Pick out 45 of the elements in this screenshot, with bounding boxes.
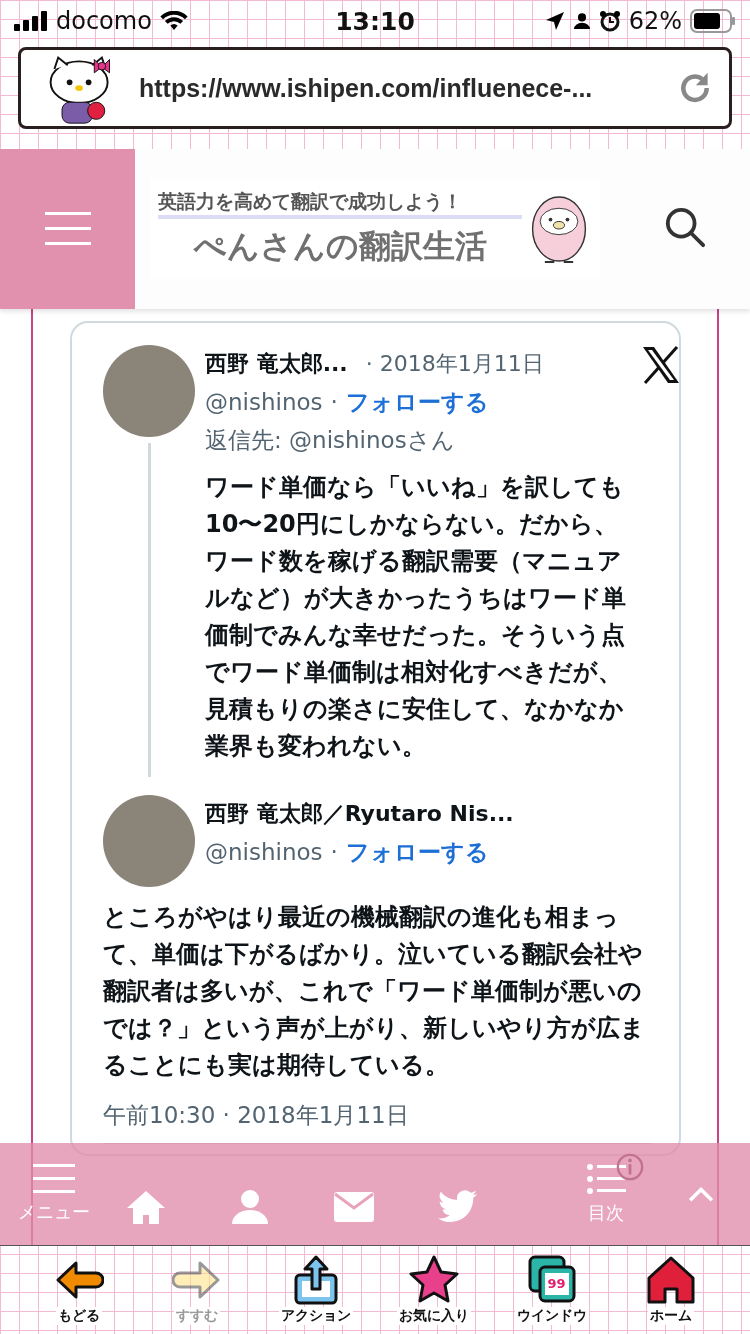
address-bar[interactable]: https://www.ishipen.com/influenece-... (18, 47, 732, 129)
user-name[interactable]: 西野 竜太郎／Ryutaro Nis... (205, 799, 514, 829)
toolbar-button[interactable]: お気に入り (379, 1255, 490, 1325)
user-name[interactable]: 西野 竜太郎... (205, 349, 348, 379)
person-icon (231, 1189, 269, 1225)
signal-icon (14, 11, 48, 31)
house-icon (645, 1255, 696, 1305)
home-icon (126, 1189, 166, 1225)
person-icon (572, 12, 591, 30)
follow-link[interactable]: フォローする (345, 386, 489, 418)
menu-icon (33, 1164, 75, 1194)
battery-icon (690, 9, 736, 33)
info-icon[interactable] (616, 1153, 644, 1181)
x-logo-icon[interactable] (641, 345, 681, 385)
user-handle[interactable]: @nishinos (205, 389, 323, 415)
separator-dot: · (330, 839, 338, 865)
user-handle[interactable]: @nishinos (205, 839, 323, 865)
location-arrow-icon (544, 11, 565, 31)
wifi-icon (159, 11, 188, 31)
caret-up-icon (687, 1185, 715, 1203)
toolbar-button[interactable]: もどる (24, 1255, 135, 1325)
toolbar-button[interactable]: アクション (260, 1255, 371, 1325)
carrier-name: docomo (56, 7, 152, 35)
site-title: ぺんさんの翻訳生活 (192, 226, 488, 267)
window-count: 99 (547, 1276, 566, 1291)
windows-icon (527, 1255, 578, 1305)
alarm-clock-icon (598, 10, 621, 32)
envelope-icon (334, 1192, 374, 1222)
search-icon (664, 206, 706, 248)
separator-dot: · (330, 389, 338, 415)
tweet-text: ワード単価なら「いいね」を訳しても10〜20円にしかならない。だから、ワード数を稼げる翻訳需要（マニュアルなど）が大きかったうちはワード単価制でみんな幸せだった。そういう点でワード単価制は相対化すべきだが、見積もりの楽さに安住して、なかなか業界も変われない。 (205, 472, 627, 762)
follow-link[interactable]: フォローする (345, 836, 489, 868)
clock-time: 13:10 (335, 6, 415, 36)
url-text: https://www.ishipen.com/influenece-... (139, 73, 594, 103)
toolbar-button[interactable]: ホーム (615, 1255, 726, 1325)
reply-to-text: 返信先: @nishinosさん (205, 425, 456, 455)
tweet-date[interactable]: · 2018年1月11日 (365, 349, 544, 379)
battery-percent: 62% (628, 7, 682, 35)
site-tagline: 英語力を高めて翻訳で成功しよう！ (158, 189, 522, 219)
bird-icon (438, 1190, 478, 1224)
tweet-text: ところがやはり最近の機械翻訳の進化も相まって、単価は下がるばかり。泣いている翻訳会社や翻訳者は多いが、これで「ワード単価制が悪いのでは？」という声が上がり、新しいやり方が広まることにも実は期待している。 (103, 902, 646, 1081)
toolbar-button[interactable]: 99 ウインドウ (497, 1255, 608, 1325)
star-icon (409, 1255, 460, 1305)
menu-icon (44, 212, 91, 246)
list-icon (586, 1163, 626, 1195)
